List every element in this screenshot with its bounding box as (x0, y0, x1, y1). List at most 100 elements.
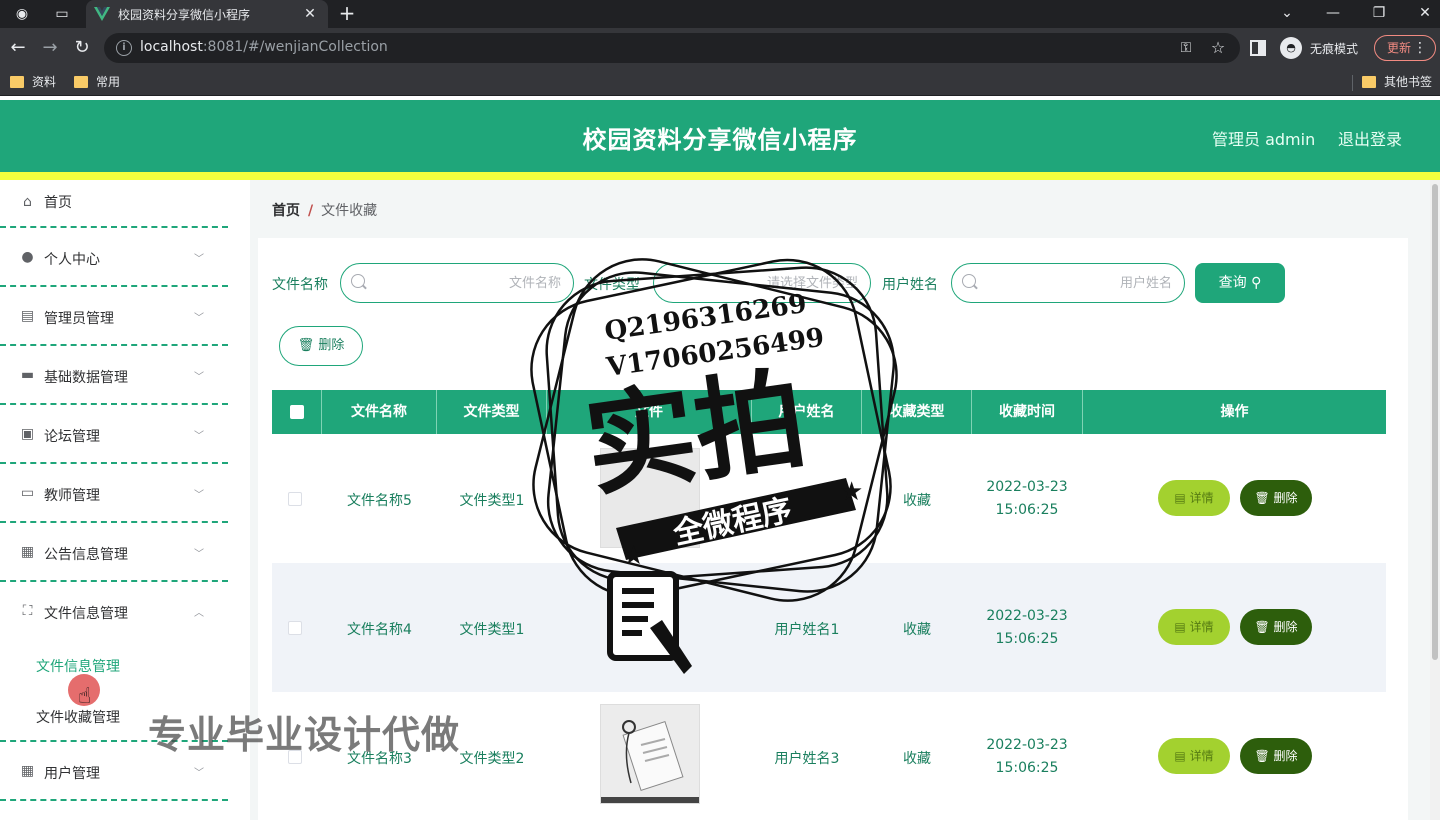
trash-icon: 🗑 (1254, 749, 1270, 763)
collect-date: 2022-03-23 (986, 479, 1068, 495)
chevron-down-icon[interactable]: ⌄ (1272, 2, 1302, 24)
sidebar-item-label: 文件信息管理 (44, 606, 128, 622)
search-icon: ⚲ (1251, 275, 1262, 291)
delete-label: 删除 (1273, 620, 1298, 634)
info-icon[interactable]: i (116, 40, 132, 56)
file-thumbnail[interactable] (600, 448, 700, 548)
table-row: 文件名称5 文件类型1 用户姓名2 收藏 2022-03-23 15:06:25 … (272, 434, 1386, 563)
window-close-icon[interactable]: ✕ (1410, 2, 1440, 24)
sidebar-item-home[interactable]: ⌂ 首页 (0, 180, 228, 228)
new-tab-icon[interactable]: + (336, 2, 358, 24)
header-select-cell (272, 390, 322, 434)
back-icon[interactable]: ← (6, 36, 30, 60)
tab-strip-icon[interactable]: ▭ (52, 4, 72, 24)
sidebar-sub-file-info[interactable]: 文件信息管理 (36, 656, 120, 676)
sidebar-item-base-data[interactable]: ▬ 基础数据管理 ﹀ (0, 346, 228, 405)
cell-file-type: 文件类型2 (459, 751, 525, 767)
filter-type-select[interactable] (653, 263, 871, 303)
main-content: 首页 / 文件收藏 文件名称 文件类型 用户姓名 查询 ⚲ 🗑 删除 文件名称 文件… (250, 180, 1430, 820)
content-panel: 文件名称 文件类型 用户姓名 查询 ⚲ 🗑 删除 文件名称 文件类型 文件 用户… (258, 238, 1408, 820)
browser-tabbar: ◉ ▭ 校园资料分享微信小程序 ✕ + ⌄ — ❐ ✕ (0, 0, 1440, 28)
header-file-name: 文件名称 (322, 390, 437, 434)
delete-button[interactable]: 🗑 删除 (1240, 738, 1312, 774)
cell-user-name: 用户姓名3 (774, 751, 840, 767)
chevron-down-icon: ﹀ (194, 768, 204, 779)
url-field[interactable]: i localhost:8081/#/wenjianCollection ⚿ ☆ (104, 33, 1240, 63)
browser-tab[interactable]: 校园资料分享微信小程序 ✕ (86, 0, 328, 28)
bookmark-label: 常用 (96, 75, 121, 89)
cell-file-name: 文件名称4 (347, 622, 412, 638)
detail-button[interactable]: ▤ 详情 (1158, 738, 1230, 774)
sidebar-item-forum[interactable]: ▣ 论坛管理 ﹀ (0, 405, 228, 464)
cell-collect-type: 收藏 (903, 751, 931, 767)
filter-type-field[interactable] (684, 272, 858, 294)
batch-delete-button[interactable]: 🗑 删除 (279, 326, 363, 366)
sidebar-sub-file-collection[interactable]: 文件收藏管理 (36, 707, 120, 727)
header-accent-strip (0, 172, 1440, 180)
bookmark-folder-changyong[interactable]: 常用 (74, 74, 120, 90)
minimize-icon[interactable]: — (1318, 2, 1348, 24)
query-button[interactable]: 查询 ⚲ (1195, 263, 1285, 303)
sidebar-item-users[interactable]: ▦ 用户管理 ﹀ (0, 742, 228, 801)
collect-date: 2022-03-23 (986, 608, 1068, 624)
sidebar-item-notices[interactable]: ▦ 公告信息管理 ﹀ (0, 523, 228, 582)
filter-name-input[interactable] (340, 263, 574, 303)
sidebar-item-teachers[interactable]: ▭ 教师管理 ﹀ (0, 464, 228, 523)
delete-button[interactable]: 🗑 删除 (1240, 609, 1312, 645)
filter-user-label: 用户姓名 (882, 277, 938, 293)
breadcrumb-separator: / (308, 203, 314, 219)
cell-file-type: 文件类型1 (459, 493, 525, 509)
cell-collect-time: 2022-03-23 15:06:25 (972, 605, 1082, 651)
bookmark-folder-other[interactable]: 其他书签 (1362, 74, 1432, 90)
home-icon: ⌂ (23, 194, 32, 210)
reload-icon[interactable]: ↻ (70, 36, 94, 60)
select-all-checkbox[interactable] (290, 405, 304, 419)
url-host: localhost (140, 39, 203, 55)
incognito-label: 无痕模式 (1310, 42, 1359, 56)
star-icon[interactable]: ☆ (1208, 38, 1228, 58)
collect-clock: 15:06:25 (995, 502, 1059, 518)
filter-name-label: 文件名称 (272, 277, 328, 293)
user-icon: ● (21, 249, 34, 265)
sidebar-item-personal[interactable]: ● 个人中心 ﹀ (0, 228, 228, 287)
row-checkbox[interactable] (288, 492, 302, 506)
filter-name-field[interactable] (371, 272, 561, 294)
chevron-down-icon: ﹀ (194, 254, 204, 265)
delete-button[interactable]: 🗑 删除 (1240, 480, 1312, 516)
url-text[interactable]: localhost:8081/#/wenjianCollection (140, 39, 388, 55)
bookmark-folder-ziliao[interactable]: 资料 (10, 74, 56, 90)
key-icon[interactable]: ⚿ (1176, 38, 1196, 58)
breadcrumb-current: 文件收藏 (321, 203, 378, 219)
detail-button[interactable]: ▤ 详情 (1158, 480, 1230, 516)
trash-icon: 🗑 (1254, 491, 1270, 505)
collect-clock: 15:06:25 (995, 760, 1059, 776)
row-checkbox[interactable] (288, 750, 302, 764)
filter-user-field[interactable] (982, 272, 1172, 294)
search-icon (962, 274, 976, 288)
table-header: 文件名称 文件类型 文件 用户姓名 收藏类型 收藏时间 操作 (272, 390, 1386, 434)
sidebar-item-admins[interactable]: ▤ 管理员管理 ﹀ (0, 287, 228, 346)
update-button[interactable]: 更新 (1374, 35, 1436, 61)
scrollbar-thumb[interactable] (1432, 184, 1438, 660)
filter-user-input[interactable] (951, 263, 1185, 303)
folder-icon (10, 76, 24, 88)
filter-type-label: 文件类型 (584, 277, 640, 293)
side-panel-icon[interactable] (1250, 40, 1266, 56)
chevron-up-icon: ︿ (194, 608, 204, 619)
detail-button[interactable]: ▤ 详情 (1158, 609, 1230, 645)
close-icon[interactable]: ✕ (300, 4, 320, 24)
chevron-down-icon: ﹀ (194, 313, 204, 324)
url-path: :8081/#/wenjianCollection (202, 39, 388, 55)
breadcrumb-home[interactable]: 首页 (272, 203, 300, 219)
file-thumbnail[interactable] (600, 704, 700, 804)
row-checkbox[interactable] (288, 621, 302, 635)
sidebar: ⌂ 首页 ● 个人中心 ﹀ ▤ 管理员管理 ﹀ ▬ 基础数据管理 ﹀ ▣ 论坛管… (0, 180, 250, 820)
globe-icon[interactable]: ◉ (12, 4, 32, 24)
id-card-icon: ▭ (20, 485, 35, 501)
logout-link[interactable]: 退出登录 (1338, 126, 1402, 150)
restore-icon[interactable]: ❐ (1364, 2, 1394, 24)
collect-clock: 15:06:25 (995, 631, 1059, 647)
page-scrollbar[interactable] (1430, 180, 1440, 820)
header-user-name: 用户姓名 (752, 390, 862, 434)
forward-icon[interactable]: → (38, 36, 62, 60)
